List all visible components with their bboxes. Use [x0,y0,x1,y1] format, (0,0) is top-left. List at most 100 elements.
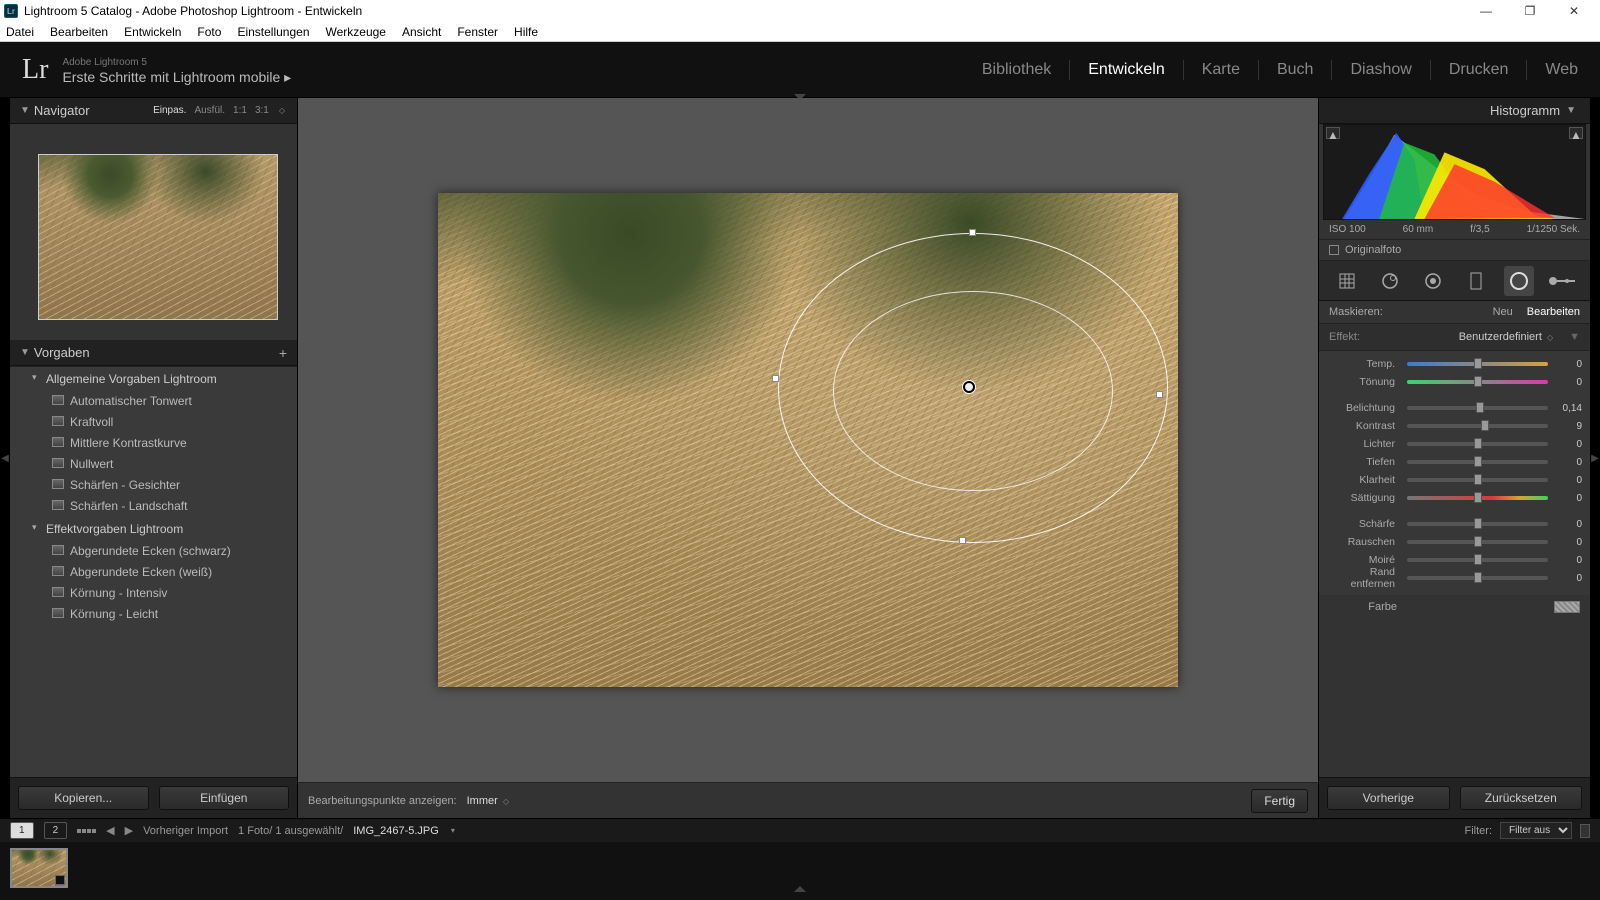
zoom-ratio-menu-icon[interactable]: ◇ [279,106,285,115]
checkbox-icon[interactable] [1329,245,1339,255]
menu-datei[interactable]: Datei [6,25,34,39]
maximize-button[interactable]: ❐ [1508,0,1552,22]
slider-lichter[interactable]: Lichter0 [1327,435,1582,453]
copy-button[interactable]: Kopieren... [18,786,149,810]
color-row[interactable]: Farbe [1319,595,1590,619]
close-button[interactable]: ✕ [1552,0,1596,22]
slider-rauschen[interactable]: Rauschen0 [1327,533,1582,551]
navigator-thumbnail[interactable] [38,154,278,320]
previous-button[interactable]: Vorherige [1327,786,1450,810]
crop-icon[interactable] [1332,266,1362,296]
slider-temp[interactable]: Temp.0 [1327,355,1582,373]
menu-fenster[interactable]: Fenster [457,25,498,39]
slider-track[interactable] [1407,460,1548,464]
slider-value[interactable]: 0 [1554,439,1582,450]
grid-view-icon[interactable] [77,829,96,833]
monitor-1-button[interactable]: 1 [10,822,34,839]
slider-tnung[interactable]: Tönung0 [1327,373,1582,391]
slider-track[interactable] [1407,496,1548,500]
slider-value[interactable]: 0 [1554,457,1582,468]
menu-foto[interactable]: Foto [197,25,221,39]
module-entwickeln[interactable]: Entwickeln [1088,61,1164,79]
left-panel-toggle[interactable]: ◀ [0,98,10,818]
slider-track[interactable] [1407,362,1548,366]
add-preset-button[interactable]: + [279,345,287,361]
module-karte[interactable]: Karte [1202,61,1240,79]
preset-group[interactable]: Effektvorgaben Lightroom [10,517,297,541]
slider-value[interactable]: 0,14 [1554,403,1582,414]
filmstrip-toggle-icon[interactable] [794,886,806,892]
preset-group[interactable]: Allgemeine Vorgaben Lightroom [10,367,297,391]
mask-new[interactable]: Neu [1493,306,1513,318]
filmstrip-thumbnail[interactable] [10,848,68,888]
radial-handle[interactable] [1156,391,1163,398]
slider-value[interactable]: 0 [1554,493,1582,504]
slider-track[interactable] [1407,478,1548,482]
slider-track[interactable] [1407,576,1548,580]
slider-value[interactable]: 0 [1554,537,1582,548]
preset-item[interactable]: Nullwert [10,454,297,475]
slider-track[interactable] [1407,442,1548,446]
paste-button[interactable]: Einfügen [159,786,290,810]
preset-item[interactable]: Körnung - Leicht [10,604,297,625]
zoom-1-1[interactable]: 1:1 [233,105,247,116]
effect-value[interactable]: Benutzerdefiniert [1459,331,1542,343]
menu-ansicht[interactable]: Ansicht [402,25,441,39]
menu-bearbeiten[interactable]: Bearbeiten [50,25,108,39]
module-drucken[interactable]: Drucken [1449,61,1509,79]
slider-klarheit[interactable]: Klarheit0 [1327,471,1582,489]
radial-handle[interactable] [959,537,966,544]
nav-back-icon[interactable]: ◀ [106,824,114,837]
slider-value[interactable]: 0 [1554,519,1582,530]
zoom-ratio[interactable]: 3:1 [255,105,269,116]
preset-item[interactable]: Kraftvoll [10,412,297,433]
preset-item[interactable]: Automatischer Tonwert [10,391,297,412]
edit-pins-dropdown[interactable]: Immer ◇ [467,795,511,807]
adjustment-brush-icon[interactable] [1547,266,1577,296]
slider-track[interactable] [1407,424,1548,428]
radial-handle[interactable] [969,229,976,236]
filter-lock-icon[interactable] [1580,824,1590,838]
navigator-header[interactable]: ▼ Navigator Einpas. Ausfül. 1:1 3:1 ◇ [10,98,297,124]
slider-sttigung[interactable]: Sättigung0 [1327,489,1582,507]
radial-handle[interactable] [772,375,779,382]
slider-value[interactable]: 0 [1554,555,1582,566]
slider-schrfe[interactable]: Schärfe0 [1327,515,1582,533]
module-diashow[interactable]: Diashow [1350,61,1411,79]
effect-row[interactable]: Effekt: Benutzerdefiniert ◇ ▼ [1319,324,1590,351]
module-buch[interactable]: Buch [1277,61,1313,79]
module-web[interactable]: Web [1545,61,1578,79]
identity-text[interactable]: Adobe Lightroom 5 Erste Schritte mit Lig… [62,56,291,84]
slider-track[interactable] [1407,540,1548,544]
filename-label[interactable]: IMG_2467-5.JPG [353,825,439,837]
source-label[interactable]: Vorheriger Import [143,825,228,837]
nav-forward-icon[interactable]: ▶ [125,824,133,837]
right-panel-toggle[interactable]: ▶ [1590,98,1600,818]
monitor-2-button[interactable]: 2 [44,822,68,839]
preset-item[interactable]: Mittlere Kontrastkurve [10,433,297,454]
slider-track[interactable] [1407,406,1548,410]
redeye-icon[interactable] [1418,266,1448,296]
spot-removal-icon[interactable] [1375,266,1405,296]
radial-filter-pin[interactable] [963,381,975,393]
slider-value[interactable]: 0 [1554,475,1582,486]
presets-header[interactable]: ▼ Vorgaben + [10,340,297,366]
original-photo-row[interactable]: Originalfoto [1319,240,1590,261]
preset-item[interactable]: Abgerundete Ecken (schwarz) [10,541,297,562]
slider-value[interactable]: 0 [1554,573,1582,584]
slider-track[interactable] [1407,380,1548,384]
color-swatch[interactable] [1554,601,1580,613]
preset-item[interactable]: Schärfen - Gesichter [10,475,297,496]
slider-value[interactable]: 0 [1554,377,1582,388]
zoom-fit[interactable]: Einpas. [153,105,186,116]
filename-menu-icon[interactable]: ▾ [451,826,455,835]
menu-entwickeln[interactable]: Entwickeln [124,25,181,39]
mask-edit[interactable]: Bearbeiten [1527,306,1580,318]
slider-randentfernen[interactable]: Rand entfernen0 [1327,569,1582,587]
slider-track[interactable] [1407,522,1548,526]
preset-item[interactable]: Schärfen - Landschaft [10,496,297,517]
histogram-display[interactable]: ▲ ▲ [1323,124,1586,220]
navigator-zoom-options[interactable]: Einpas. Ausfül. 1:1 3:1 ◇ [153,105,287,116]
slider-track[interactable] [1407,558,1548,562]
done-button[interactable]: Fertig [1251,789,1308,813]
